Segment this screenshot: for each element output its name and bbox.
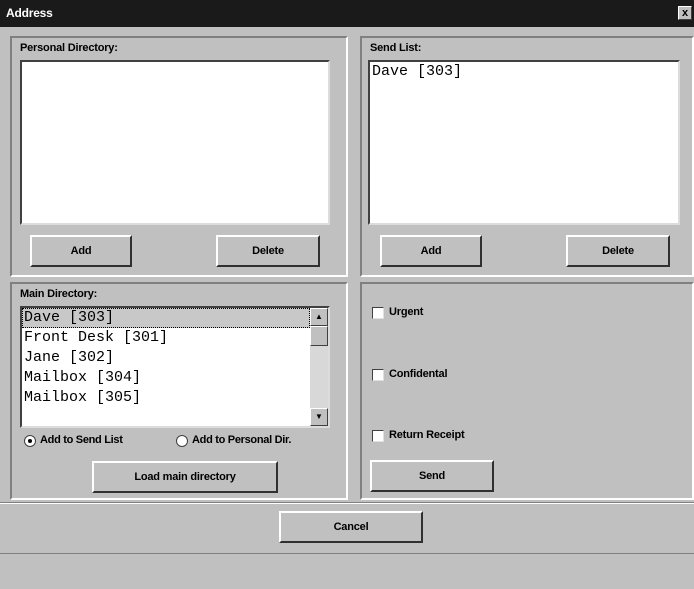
send-list-delete-label: Delete xyxy=(602,245,634,257)
radio-add-to-personal-dir-label[interactable]: Add to Personal Dir. xyxy=(192,434,291,446)
send-list-add-button[interactable]: Add xyxy=(380,235,482,267)
load-main-directory-label: Load main directory xyxy=(134,471,236,483)
send-list-delete-button[interactable]: Delete xyxy=(566,235,670,267)
send-label: Send xyxy=(418,470,446,482)
send-list-label: Send List: xyxy=(370,42,422,54)
personal-directory-list[interactable] xyxy=(20,60,330,225)
main-directory-scrollbar[interactable]: ▲ ▼ xyxy=(310,308,328,426)
load-main-directory-button[interactable]: Load main directory xyxy=(92,461,278,493)
footer-divider xyxy=(0,502,694,504)
cancel-label: Cancel xyxy=(333,521,369,533)
close-button[interactable]: x xyxy=(678,6,692,20)
radio-selected-dot xyxy=(28,439,32,443)
personal-delete-button[interactable]: Delete xyxy=(216,235,320,267)
send-button[interactable]: Send xyxy=(370,460,494,492)
scroll-down-arrow-icon[interactable]: ▼ xyxy=(310,408,328,426)
send-list-add-label: Add xyxy=(420,245,442,257)
personal-directory-label: Personal Directory: xyxy=(20,42,118,54)
urgent-checkbox[interactable] xyxy=(372,307,384,319)
main-directory-list[interactable]: Dave [303] Front Desk [301] Jane [302] M… xyxy=(20,306,330,428)
address-dialog: Address x Personal Directory: Add Delete… xyxy=(0,0,694,589)
return-receipt-checkbox[interactable] xyxy=(372,430,384,442)
main-directory-item[interactable]: Mailbox [305] xyxy=(22,388,310,408)
urgent-label[interactable]: Urgent xyxy=(389,306,423,318)
confidential-checkbox[interactable] xyxy=(372,369,384,381)
confidential-label[interactable]: Confidental xyxy=(389,368,447,380)
send-list-box[interactable]: Dave [303] xyxy=(368,60,680,225)
radio-add-to-send-list[interactable] xyxy=(24,435,36,447)
status-bar xyxy=(0,553,694,585)
window-title: Address xyxy=(6,6,53,20)
title-bar: Address x xyxy=(0,0,694,27)
radio-add-to-personal-dir[interactable] xyxy=(176,435,188,447)
personal-add-label: Add xyxy=(70,245,92,257)
main-directory-label: Main Directory: xyxy=(20,288,98,300)
radio-add-to-send-list-label[interactable]: Add to Send List xyxy=(40,434,123,446)
scrollbar-thumb[interactable] xyxy=(310,326,328,346)
main-directory-item[interactable]: Jane [302] xyxy=(22,348,310,368)
send-list-item[interactable]: Dave [303] xyxy=(370,62,678,82)
personal-delete-label: Delete xyxy=(252,245,284,257)
main-directory-item[interactable]: Mailbox [304] xyxy=(22,368,310,388)
return-receipt-label[interactable]: Return Receipt xyxy=(389,429,465,441)
scroll-up-arrow-icon[interactable]: ▲ xyxy=(310,308,328,326)
main-directory-item[interactable]: Front Desk [301] xyxy=(22,328,310,348)
cancel-button[interactable]: Cancel xyxy=(279,511,423,543)
main-directory-item[interactable]: Dave [303] xyxy=(22,308,310,328)
close-icon: x xyxy=(681,7,689,19)
personal-add-button[interactable]: Add xyxy=(30,235,132,267)
